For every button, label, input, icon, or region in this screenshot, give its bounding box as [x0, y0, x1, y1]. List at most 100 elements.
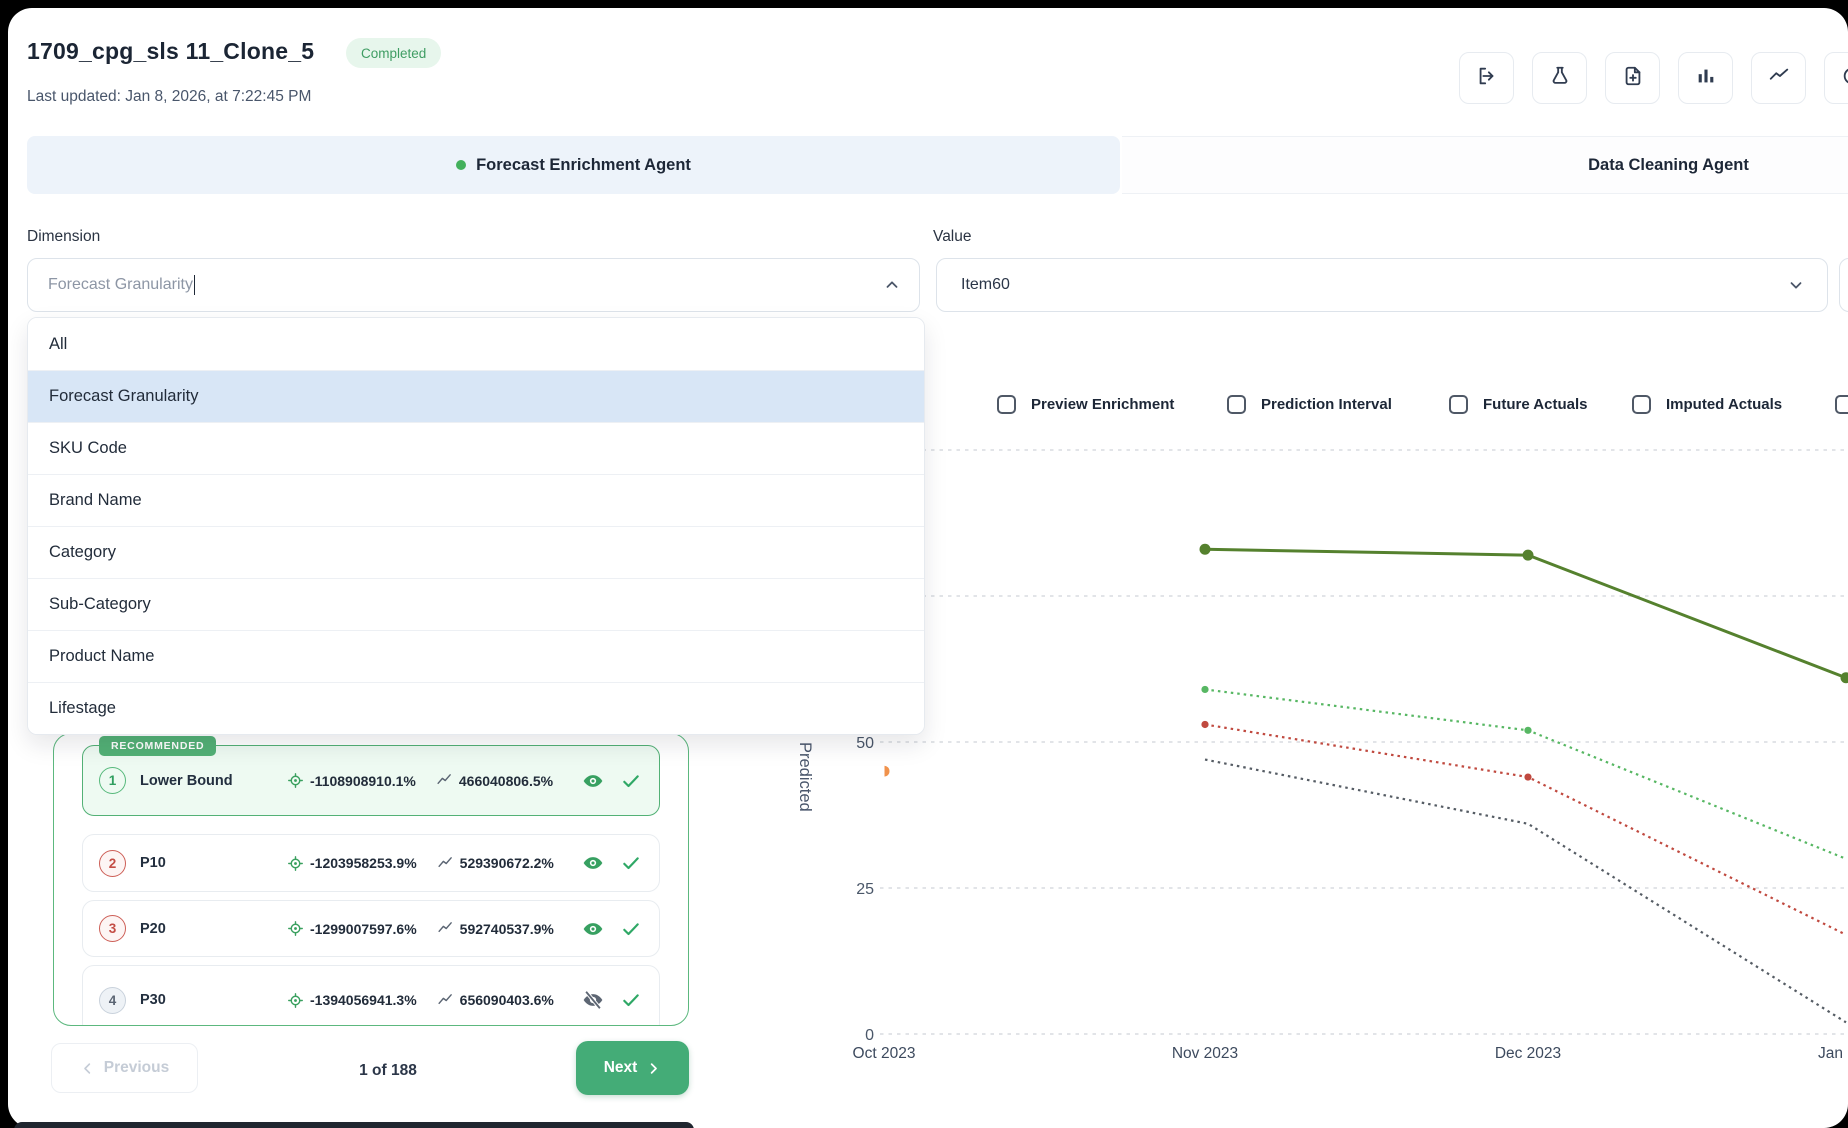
checkbox-label: Future Actuals: [1483, 396, 1587, 413]
flask-icon: [1549, 65, 1571, 92]
rank-number: 3: [99, 915, 126, 942]
rank-number: 4: [99, 987, 126, 1014]
visibility-toggle[interactable]: [581, 770, 605, 792]
metric-1: -1203958253.9%: [310, 855, 417, 871]
next-label: Next: [604, 1059, 638, 1077]
visibility-toggle[interactable]: [581, 918, 605, 940]
dropdown-option-sub-category[interactable]: Sub-Category: [28, 578, 924, 630]
checkbox-label: Preview Enrichment: [1031, 396, 1174, 413]
select-toggle[interactable]: [619, 853, 643, 873]
trend-icon: [437, 920, 454, 937]
bar-chart-icon: [1695, 65, 1717, 92]
target-icon: [287, 772, 304, 789]
rank-name: P20: [140, 921, 273, 937]
previous-label: Previous: [104, 1059, 169, 1077]
value-select[interactable]: Item60: [936, 258, 1828, 312]
check-icon: [621, 853, 641, 873]
dropdown-option-category[interactable]: Category: [28, 526, 924, 578]
chevron-down-icon[interactable]: [1787, 276, 1805, 294]
tab-label: Data Cleaning Agent: [1588, 156, 1749, 175]
checkbox-preview-enrichment[interactable]: Preview Enrichment: [997, 394, 1174, 414]
checkbox-icon[interactable]: [1449, 395, 1468, 414]
checkbox-icon[interactable]: [1632, 395, 1651, 414]
checkbox-imputed-actuals[interactable]: Imputed Actuals: [1632, 394, 1782, 414]
trend-line-icon: [1768, 65, 1790, 92]
partial-control[interactable]: [1839, 258, 1848, 312]
tab-forecast-enrichment-agent[interactable]: Forecast Enrichment Agent: [27, 136, 1120, 194]
checkbox-future-actuals[interactable]: Future Actuals: [1449, 394, 1587, 414]
dropdown-option-lifestage[interactable]: Lifestage: [28, 682, 924, 734]
rank-card-p30[interactable]: 4 P30 -1394056941.3% 656090403.6%: [82, 965, 660, 1026]
select-toggle[interactable]: [619, 990, 643, 1010]
dimension-label: Dimension: [27, 228, 100, 246]
export-icon: [1476, 65, 1498, 92]
value-label: Value: [933, 228, 972, 246]
checkbox-partial[interactable]: [1835, 394, 1848, 414]
visibility-toggle[interactable]: [581, 852, 605, 874]
metric-2: 529390672.2%: [460, 855, 554, 871]
checkbox-icon[interactable]: [1227, 395, 1246, 414]
bar-chart-button[interactable]: [1678, 52, 1733, 104]
check-icon: [621, 771, 641, 791]
select-toggle[interactable]: [619, 771, 643, 791]
chevron-right-icon: [646, 1061, 661, 1076]
eye-icon: [582, 918, 604, 940]
dropdown-option-sku-code[interactable]: SKU Code: [28, 422, 924, 474]
metric-1: -1299007597.6%: [310, 921, 417, 937]
rank-card-p20[interactable]: 3 P20 -1299007597.6% 592740537.9%: [82, 900, 660, 957]
rank-number: 2: [99, 850, 126, 877]
trend-icon: [437, 855, 454, 872]
checkbox-icon[interactable]: [997, 395, 1016, 414]
visibility-toggle[interactable]: [581, 989, 605, 1011]
active-tab-dot-icon: [456, 160, 466, 170]
value-select-text: Item60: [961, 276, 1010, 294]
add-file-button[interactable]: [1605, 52, 1660, 104]
checkbox-label: Prediction Interval: [1261, 396, 1392, 413]
eye-off-icon: [582, 989, 604, 1011]
trend-icon: [436, 772, 453, 789]
status-badge: Completed: [346, 38, 441, 68]
dimension-input[interactable]: Forecast Granularity: [27, 258, 920, 312]
dimension-input-text: Forecast Granularity: [48, 276, 193, 294]
dropdown-option-forecast-granularity[interactable]: Forecast Granularity: [28, 370, 924, 422]
text-caret: [194, 275, 196, 295]
previous-button[interactable]: Previous: [51, 1043, 198, 1093]
dropdown-option-brand-name[interactable]: Brand Name: [28, 474, 924, 526]
chevron-left-icon: [80, 1061, 95, 1076]
partial-button[interactable]: [1824, 52, 1848, 104]
eye-icon: [582, 852, 604, 874]
trend-chart-button[interactable]: [1751, 52, 1806, 104]
checkbox-label: Imputed Actuals: [1666, 396, 1782, 413]
trend-icon: [437, 992, 454, 1009]
check-icon: [621, 990, 641, 1010]
tab-label: Forecast Enrichment Agent: [476, 156, 691, 175]
check-icon: [621, 919, 641, 939]
rank-name: P10: [140, 855, 273, 871]
checkbox-prediction-interval[interactable]: Prediction Interval: [1227, 394, 1392, 414]
bottom-bar: [14, 1122, 694, 1128]
page-info: 1 of 188: [288, 1062, 488, 1080]
page-title: 1709_cpg_sls 11_Clone_5: [27, 38, 314, 65]
partial-circle-icon: [1841, 65, 1848, 92]
rank-panel: RECOMMENDED 1 Lower Bound -1108908910.1%…: [53, 733, 689, 1026]
select-toggle[interactable]: [619, 919, 643, 939]
metric-2: 656090403.6%: [460, 992, 554, 1008]
dropdown-option-product-name[interactable]: Product Name: [28, 630, 924, 682]
rank-name: P30: [140, 992, 273, 1008]
target-icon: [287, 920, 304, 937]
dropdown-option-all[interactable]: All: [28, 318, 924, 370]
dimension-dropdown: All Forecast Granularity SKU Code Brand …: [27, 317, 925, 735]
experiment-button[interactable]: [1532, 52, 1587, 104]
file-plus-icon: [1622, 65, 1644, 92]
next-button[interactable]: Next: [576, 1041, 689, 1095]
eye-icon: [582, 770, 604, 792]
chevron-up-icon[interactable]: [883, 276, 901, 294]
rank-card-p10[interactable]: 2 P10 -1203958253.9% 529390672.2%: [82, 834, 660, 892]
metric-2: 592740537.9%: [460, 921, 554, 937]
export-button[interactable]: [1459, 52, 1514, 104]
checkbox-icon[interactable]: [1835, 395, 1848, 414]
metric-1: -1108908910.1%: [310, 773, 416, 789]
rank-name: Lower Bound: [140, 773, 273, 789]
recommended-badge: RECOMMENDED: [99, 736, 216, 756]
tab-data-cleaning-agent[interactable]: Data Cleaning Agent: [1122, 136, 1848, 194]
